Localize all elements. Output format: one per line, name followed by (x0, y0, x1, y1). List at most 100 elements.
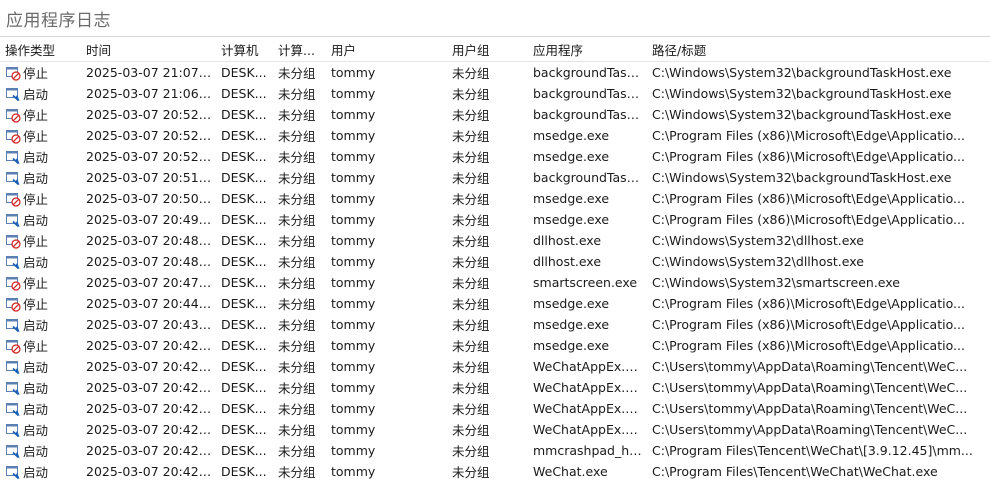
computer-group-cell: 未分组 (278, 150, 316, 165)
table-row[interactable]: 启动 2025-03-07 20:52:01 DESK... 未分组 tommy 未分组 m… (0, 146, 990, 167)
computer-group-cell: 未分组 (278, 339, 316, 354)
path-cell: C:\Users\tommy\AppData\Roaming\Tencent\W… (652, 422, 968, 437)
table-row[interactable]: 停止 2025-03-07 20:42:37 DESK... 未分组 tommy 未分组 m… (0, 335, 990, 356)
user-cell: tommy (331, 233, 376, 248)
user-cell: tommy (331, 401, 376, 416)
start-icon (5, 317, 21, 333)
table-row[interactable]: 启动 2025-03-07 20:42:08 DESK... 未分组 tommy 未分组 W… (0, 461, 990, 482)
table-row[interactable]: 停止 2025-03-07 20:52:30 DESK... 未分组 tommy 未分组 m… (0, 125, 990, 146)
application-cell: dllhost.exe (533, 233, 602, 248)
user-group-cell: 未分组 (452, 276, 490, 291)
user-group-cell: 未分组 (452, 150, 490, 165)
op-type-label: 启动 (23, 465, 49, 480)
op-type-cell: 停止 (0, 105, 80, 124)
op-type-label: 启动 (23, 360, 49, 375)
table-row[interactable]: 启动 2025-03-07 20:51:30 DESK... 未分组 tommy 未分组 b… (0, 167, 990, 188)
application-cell: msedge.exe (533, 338, 610, 353)
computer-group-cell: 未分组 (278, 255, 316, 270)
application-cell: msedge.exe (533, 149, 610, 164)
table-row[interactable]: 启动 2025-03-07 20:42:08 DESK... 未分组 tommy 未分组 m… (0, 440, 990, 461)
column-header-time[interactable]: 时间 (80, 40, 217, 59)
user-group-cell: 未分组 (452, 381, 490, 396)
computer-group-cell: 未分组 (278, 444, 316, 459)
table-row[interactable]: 停止 2025-03-07 20:44:19 DESK... 未分组 tommy 未分组 m… (0, 293, 990, 314)
application-cell: WeChatAppEx.exe (533, 359, 647, 374)
time-cell: 2025-03-07 20:42:08 (86, 401, 217, 416)
computer-cell: DESK... (221, 170, 267, 185)
computer-cell: DESK... (221, 464, 267, 479)
table-row[interactable]: 启动 2025-03-07 20:42:08 DESK... 未分组 tommy 未分组 W… (0, 419, 990, 440)
column-header-computer[interactable]: 计算机 (217, 40, 274, 59)
op-type-cell: 停止 (0, 126, 80, 145)
user-group-cell: 未分组 (452, 360, 490, 375)
user-group-cell: 未分组 (452, 66, 490, 81)
computer-group-cell: 未分组 (278, 66, 316, 81)
user-group-cell: 未分组 (452, 171, 490, 186)
table-row[interactable]: 启动 2025-03-07 20:42:08 DESK... 未分组 tommy 未分组 W… (0, 398, 990, 419)
op-type-label: 启动 (23, 255, 49, 270)
op-type-cell: 启动 (0, 420, 80, 439)
computer-group-cell: 未分组 (278, 234, 316, 249)
stop-icon (5, 296, 21, 312)
computer-cell: DESK... (221, 443, 267, 458)
user-group-cell: 未分组 (452, 465, 490, 480)
start-icon (5, 422, 21, 438)
user-group-cell: 未分组 (452, 129, 490, 144)
table-row[interactable]: 启动 2025-03-07 21:06:29 DESK... 未分组 tommy 未分组 b… (0, 83, 990, 104)
table-row[interactable]: 停止 2025-03-07 20:48:44 DESK... 未分组 tommy 未分组 d… (0, 230, 990, 251)
table-row[interactable]: 启动 2025-03-07 20:48:36 DESK... 未分组 tommy 未分组 d… (0, 251, 990, 272)
op-type-cell: 启动 (0, 210, 80, 229)
op-type-label: 启动 (23, 171, 49, 186)
table-row[interactable]: 启动 2025-03-07 20:43:51 DESK... 未分组 tommy 未分组 m… (0, 314, 990, 335)
time-cell: 2025-03-07 20:48:36 (86, 254, 217, 269)
table-row[interactable]: 停止 2025-03-07 20:47:03 DESK... 未分组 tommy 未分组 s… (0, 272, 990, 293)
window-title: 应用程序日志 (6, 10, 111, 31)
application-cell: backgroundTask... (533, 65, 646, 80)
start-icon (5, 443, 21, 459)
table-row[interactable]: 启动 2025-03-07 20:42:08 DESK... 未分组 tommy 未分组 W… (0, 356, 990, 377)
path-cell: C:\Windows\System32\dllhost.exe (652, 254, 864, 269)
op-type-cell: 启动 (0, 378, 80, 397)
start-icon (5, 149, 21, 165)
computer-cell: DESK... (221, 191, 267, 206)
computer-cell: DESK... (221, 380, 267, 395)
path-cell: C:\Windows\System32\backgroundTaskHost.e… (652, 107, 952, 122)
time-cell: 2025-03-07 20:52:30 (86, 128, 217, 143)
op-type-cell: 启动 (0, 357, 80, 376)
column-header-op-type[interactable]: 操作类型 (0, 40, 80, 59)
op-type-cell: 启动 (0, 462, 80, 481)
time-cell: 2025-03-07 20:42:08 (86, 443, 217, 458)
op-type-cell: 启动 (0, 168, 80, 187)
application-cell: msedge.exe (533, 296, 610, 311)
column-header-user-group[interactable]: 用户组 (447, 40, 528, 59)
path-cell: C:\Windows\System32\backgroundTaskHost.e… (652, 65, 952, 80)
user-cell: tommy (331, 212, 376, 227)
path-cell: C:\Users\tommy\AppData\Roaming\Tencent\W… (652, 401, 968, 416)
time-cell: 2025-03-07 20:50:17 (86, 191, 217, 206)
column-header-application[interactable]: 应用程序 (528, 40, 647, 59)
op-type-cell: 停止 (0, 273, 80, 292)
time-cell: 2025-03-07 20:42:37 (86, 338, 217, 353)
column-header-path-title[interactable]: 路径/标题 (647, 40, 990, 59)
user-group-cell: 未分组 (452, 192, 490, 207)
column-header-user[interactable]: 用户 (327, 40, 447, 59)
computer-cell: DESK... (221, 65, 267, 80)
user-cell: tommy (331, 170, 376, 185)
table-row[interactable]: 启动 2025-03-07 20:49:47 DESK... 未分组 tommy 未分组 m… (0, 209, 990, 230)
path-cell: C:\Program Files (x86)\Microsoft\Edge\Ap… (652, 191, 965, 206)
op-type-label: 停止 (23, 234, 49, 249)
user-cell: tommy (331, 65, 376, 80)
table-row[interactable]: 停止 2025-03-07 20:50:17 DESK... 未分组 tommy 未分组 m… (0, 188, 990, 209)
computer-group-cell: 未分组 (278, 129, 316, 144)
op-type-label: 启动 (23, 444, 49, 459)
time-cell: 2025-03-07 20:44:19 (86, 296, 217, 311)
user-cell: tommy (331, 275, 376, 290)
computer-cell: DESK... (221, 359, 267, 374)
table-row[interactable]: 启动 2025-03-07 20:42:08 DESK... 未分组 tommy 未分组 W… (0, 377, 990, 398)
op-type-cell: 停止 (0, 63, 80, 82)
user-group-cell: 未分组 (452, 213, 490, 228)
column-header-computer-group[interactable]: 计算... (274, 40, 327, 59)
table-row[interactable]: 停止 2025-03-07 21:07:28 DESK... 未分组 tommy 未分组 b… (0, 62, 990, 83)
user-cell: tommy (331, 107, 376, 122)
table-row[interactable]: 停止 2025-03-07 20:52:30 DESK... 未分组 tommy 未分组 b… (0, 104, 990, 125)
